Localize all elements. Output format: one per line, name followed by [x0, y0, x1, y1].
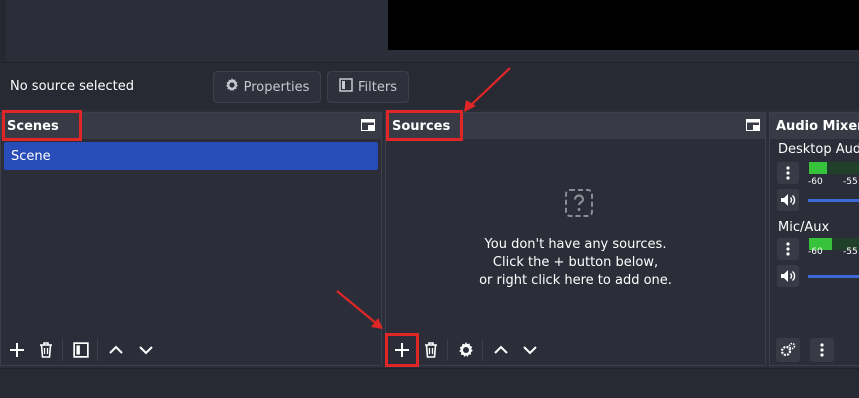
scene-list-item[interactable]: Scene — [4, 142, 378, 170]
audio-mixer-header: Audio Mixer — [770, 113, 859, 139]
volume-slider[interactable] — [808, 199, 859, 202]
status-bar — [0, 368, 859, 398]
audio-meter-fill — [809, 162, 827, 174]
move-source-down-button[interactable] — [518, 338, 542, 362]
add-scene-button[interactable] — [5, 338, 29, 362]
undock-icon[interactable] — [746, 119, 760, 135]
kebab-icon — [820, 343, 824, 357]
filters-icon — [339, 78, 353, 96]
mute-button[interactable] — [777, 265, 799, 287]
meter-tick-label: -55 — [843, 177, 858, 187]
preview-left-edge — [0, 0, 6, 62]
move-scene-down-button[interactable] — [134, 338, 158, 362]
meter-tick-label: -60 — [808, 177, 823, 187]
filters-button[interactable]: Filters — [327, 71, 409, 103]
trash-icon — [40, 342, 52, 358]
empty-sources-text-line2: Click the + button below, — [492, 255, 659, 270]
scene-filters-button[interactable] — [69, 338, 93, 362]
meter-tick-label: -60 — [808, 247, 823, 257]
chevron-down-icon — [139, 346, 153, 355]
gears-icon — [780, 342, 796, 357]
properties-label: Properties — [243, 79, 310, 95]
toolbar-separator — [482, 339, 483, 361]
mixer-menu-button[interactable] — [810, 338, 834, 362]
speaker-icon — [781, 270, 796, 282]
mixer-channel-name: Desktop Audi — [778, 142, 859, 157]
sources-title: Sources — [392, 118, 451, 134]
scenes-title: Scenes — [7, 118, 59, 134]
no-source-label: No source selected — [10, 79, 134, 94]
toolbar-separator — [447, 339, 448, 361]
remove-scene-button[interactable] — [34, 338, 58, 362]
plus-icon — [395, 343, 409, 357]
chevron-up-icon — [109, 345, 123, 354]
trash-icon — [425, 342, 437, 358]
properties-button[interactable]: Properties — [213, 71, 321, 103]
remove-source-button[interactable] — [419, 338, 443, 362]
move-scene-up-button[interactable] — [104, 338, 128, 362]
move-source-up-button[interactable] — [489, 338, 513, 362]
source-properties-button[interactable] — [454, 338, 478, 362]
empty-sources-text-line1: You don't have any sources. — [484, 237, 667, 252]
empty-sources-text-line3: or right click here to add one. — [479, 273, 672, 288]
audio-meter — [809, 162, 859, 174]
gear-icon — [459, 342, 473, 357]
mute-button[interactable] — [777, 189, 799, 211]
preview-canvas[interactable] — [388, 0, 859, 50]
channel-menu-button[interactable] — [777, 162, 799, 184]
chevron-down-icon — [523, 346, 537, 355]
advanced-audio-button[interactable] — [776, 338, 800, 362]
filters-label: Filters — [358, 79, 397, 95]
question-icon — [565, 189, 593, 217]
chevron-up-icon — [494, 345, 508, 354]
scene-item-label: Scene — [11, 148, 51, 164]
speaker-icon — [781, 194, 796, 206]
audio-mixer-title: Audio Mixer — [776, 118, 859, 134]
filters-icon — [73, 342, 89, 358]
volume-slider[interactable] — [808, 275, 859, 278]
sources-dock-header: Sources — [386, 113, 765, 139]
meter-tick-label: -55 — [843, 247, 858, 257]
kebab-icon — [786, 166, 790, 180]
toolbar-separator — [97, 339, 98, 361]
kebab-icon — [786, 242, 790, 256]
mixer-channel-name: Mic/Aux — [778, 220, 830, 235]
add-source-button[interactable] — [390, 338, 414, 362]
plus-icon — [10, 343, 24, 357]
toolbar-separator — [62, 339, 63, 361]
gear-icon — [225, 78, 239, 96]
undock-icon[interactable] — [361, 119, 375, 135]
scenes-dock-header: Scenes — [1, 113, 381, 139]
channel-menu-button[interactable] — [777, 238, 799, 260]
